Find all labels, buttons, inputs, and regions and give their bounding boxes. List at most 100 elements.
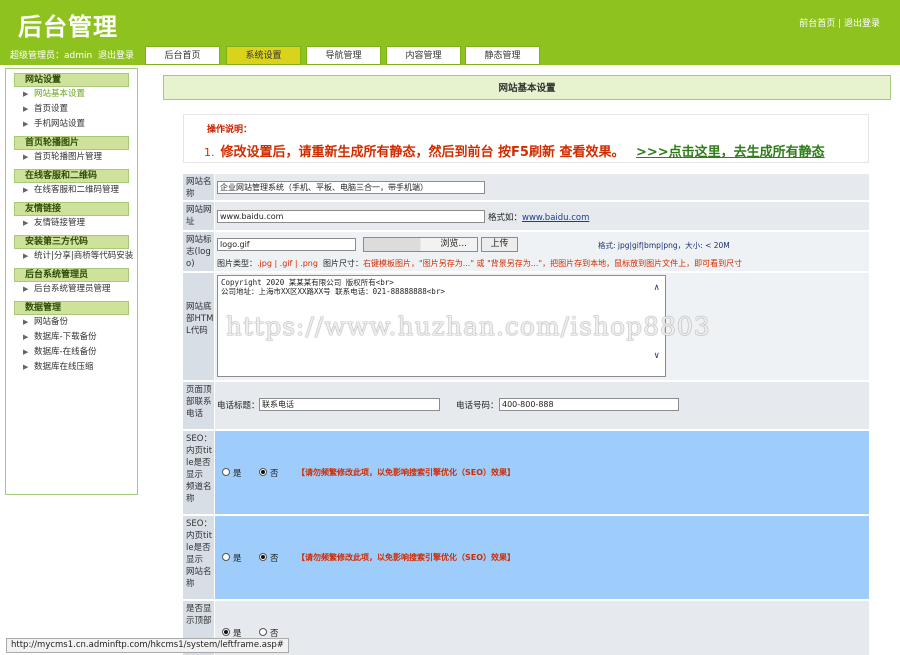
sidebar-item[interactable]: ▶ 统计|分享|商桥等代码安装 xyxy=(6,249,137,264)
sidebar-item-label: 首页设置 xyxy=(34,104,69,114)
phone-number-input[interactable] xyxy=(499,398,679,411)
phone-title-label: 电话标题： xyxy=(217,401,260,411)
notice-text: 修改设置后，请重新生成所有静态，然后到前台 按F5刷新 查看效果。 xyxy=(220,145,625,160)
scroll-up-icon[interactable]: ∧ xyxy=(654,284,659,293)
seo-channel-no-radio[interactable] xyxy=(259,468,267,476)
generate-static-link[interactable]: >>>点击这里，去生成所有静态 xyxy=(636,141,825,160)
page-title: 网站基本设置 xyxy=(163,75,891,100)
logo-types: .jpg | .gif | .png xyxy=(257,259,318,268)
sidebar-item-label: 数据库-在线备份 xyxy=(34,347,97,357)
notice-number: 1. xyxy=(204,146,215,159)
footer-html-line1: Copyright 2020 某某某有限公司 版权所有<br> xyxy=(221,278,394,287)
sidebar-item[interactable]: ▶ 数据库在线压缩 xyxy=(6,360,137,375)
seo-channel-no-label: 否 xyxy=(270,469,279,479)
sidebar-item-label: 在线客服和二维码管理 xyxy=(34,185,120,195)
sidebar-section-title[interactable]: 数据管理 xyxy=(14,301,129,315)
arrow-right-icon: ▶ xyxy=(23,285,29,293)
notice-text-row: 1. 修改设置后，请重新生成所有静态，然后到前台 按F5刷新 查看效果。 xyxy=(204,141,624,160)
seo-channel-tip: 【请勿频繁修改此项，以免影响搜索引擎优化（SEO）效果】 xyxy=(297,468,516,477)
sidebar-section-title[interactable]: 首页轮播图片 xyxy=(14,136,129,150)
site-url-input[interactable] xyxy=(217,210,485,223)
sidebar-item-label: 友情链接管理 xyxy=(34,218,86,228)
seo-site-no-radio[interactable] xyxy=(259,553,267,561)
form-row-seo-site: SEO：内页title是否显示 网站名称 是 否 【请勿频繁修改此项，以免影响搜… xyxy=(183,516,869,600)
show-top-yes-radio[interactable] xyxy=(222,628,230,636)
logo-type-line: 图片类型：.jpg | .gif | .png 图片尺寸：右键模板图片，"图片另… xyxy=(217,258,742,269)
sidebar-item[interactable]: ▶ 网站备份 xyxy=(6,315,137,330)
logo: 后台管理 xyxy=(18,13,118,41)
sidebar-item-label: 后台系统管理员管理 xyxy=(34,284,111,294)
form-row-top-contact: 页面顶部联系电话 电话标题： 电话号码： xyxy=(183,382,869,430)
footer-html-label: 网站底部HTML代码 xyxy=(183,273,214,380)
user-logout-link[interactable]: 退出登录 xyxy=(98,51,134,61)
user-label: 超级管理员：admin xyxy=(10,51,93,61)
sidebar-item[interactable]: ▶ 首页设置 xyxy=(6,102,137,117)
seo-site-label: SEO：内页title是否显示 网站名称 xyxy=(183,516,214,599)
footer-html-textarea[interactable]: Copyright 2020 某某某有限公司 版权所有<br> 公司地址：上海市… xyxy=(217,275,666,377)
seo-site-tip: 【请勿频繁修改此项，以免影响搜索引擎优化（SEO）效果】 xyxy=(297,553,516,562)
site-name-input[interactable] xyxy=(217,181,485,194)
sidebar-group: 后台系统管理员 ▶ 后台系统管理员管理 xyxy=(6,268,137,297)
logo-path-input[interactable] xyxy=(217,238,356,251)
site-url-cell: 格式如：www.baidu.com xyxy=(215,202,869,230)
sidebar-section-title[interactable]: 安装第三方代码 xyxy=(14,235,129,249)
sidebar-item[interactable]: ▶ 数据库-下载备份 xyxy=(6,330,137,345)
sidebar-item-label: 首页轮播图片管理 xyxy=(34,152,103,162)
link-separator: | xyxy=(835,19,844,29)
sidebar-item[interactable]: ▶ 手机网站设置 xyxy=(6,117,137,132)
site-name-label: 网站名称 xyxy=(183,174,214,200)
sidebar-item[interactable]: ▶ 在线客服和二维码管理 xyxy=(6,183,137,198)
front-home-link[interactable]: 前台首页 xyxy=(799,19,835,29)
browse-button[interactable]: 浏览... xyxy=(363,237,478,252)
sidebar-section-title[interactable]: 网站设置 xyxy=(14,73,129,87)
sidebar-section-title[interactable]: 在线客服和二维码 xyxy=(14,169,129,183)
sidebar-item[interactable]: ▶ 网站基本设置 xyxy=(6,87,137,102)
sidebar-group: 首页轮播图片 ▶ 首页轮播图片管理 xyxy=(6,136,137,165)
tab-navigation[interactable]: 导航管理 xyxy=(306,46,381,65)
seo-site-yes-radio[interactable] xyxy=(222,553,230,561)
seo-site-no-label: 否 xyxy=(270,554,279,564)
sidebar-group: 友情链接 ▶ 友情链接管理 xyxy=(6,202,137,231)
sidebar-item-label: 网站备份 xyxy=(34,317,69,327)
phone-title-input[interactable] xyxy=(259,398,440,411)
logo-cell: 浏览... 上传 格式: jpg|gif|bmp|png，大小: < 20M 图… xyxy=(215,232,869,271)
arrow-right-icon: ▶ xyxy=(23,153,29,161)
tab-system-settings[interactable]: 系统设置 xyxy=(226,46,301,65)
site-name-cell xyxy=(215,174,869,200)
seo-channel-cell: 是 否 【请勿频繁修改此项，以免影响搜索引擎优化（SEO）效果】 xyxy=(215,431,869,514)
top-header: 后台管理 前台首页 | 退出登录 超级管理员：admin 退出登录 后台首页 系… xyxy=(0,0,900,65)
url-format-hint: 格式如：www.baidu.com xyxy=(488,211,589,223)
sidebar-item[interactable]: ▶ 友情链接管理 xyxy=(6,216,137,231)
sidebar-item[interactable]: ▶ 首页轮播图片管理 xyxy=(6,150,137,165)
sidebar-group: 数据管理 ▶ 网站备份 ▶ 数据库-下载备份 ▶ 数据库-在线备份 ▶ 数据库在线压缩 xyxy=(6,301,137,375)
arrow-right-icon: ▶ xyxy=(23,90,29,98)
sidebar-section-title[interactable]: 友情链接 xyxy=(14,202,129,216)
show-top-no-radio[interactable] xyxy=(259,628,267,636)
sidebar-section-title[interactable]: 后台系统管理员 xyxy=(14,268,129,282)
scroll-down-icon[interactable]: ∨ xyxy=(654,352,659,361)
sidebar-item[interactable]: ▶ 数据库-在线备份 xyxy=(6,345,137,360)
sidebar-item-label: 数据库在线压缩 xyxy=(34,362,94,372)
logo-type-label: 图片类型： xyxy=(217,259,257,268)
tab-content[interactable]: 内容管理 xyxy=(386,46,461,65)
logout-link[interactable]: 退出登录 xyxy=(844,19,880,29)
footer-html-cell: Copyright 2020 某某某有限公司 版权所有<br> 公司地址：上海市… xyxy=(215,273,869,380)
seo-site-yes-label: 是 xyxy=(233,554,242,564)
sidebar-item-label: 统计|分享|商桥等代码安装 xyxy=(34,251,134,261)
logo-format-hint: 格式: jpg|gif|bmp|png，大小: < 20M xyxy=(598,241,730,250)
sidebar-group: 安装第三方代码 ▶ 统计|分享|商桥等代码安装 xyxy=(6,235,137,264)
site-url-label: 网站网址 xyxy=(183,202,214,230)
tab-static[interactable]: 静态管理 xyxy=(465,46,540,65)
sidebar-item[interactable]: ▶ 后台系统管理员管理 xyxy=(6,282,137,297)
seo-channel-label: SEO：内页title是否显示 频道名称 xyxy=(183,431,214,514)
arrow-right-icon: ▶ xyxy=(23,348,29,356)
top-links: 前台首页 | 退出登录 xyxy=(799,16,880,29)
sidebar-group: 网站设置 ▶ 网站基本设置 ▶ 首页设置 ▶ 手机网站设置 xyxy=(6,73,137,132)
sidebar-group: 在线客服和二维码 ▶ 在线客服和二维码管理 xyxy=(6,169,137,198)
url-format-example: www.baidu.com xyxy=(522,213,590,223)
form-row-site-url: 网站网址 格式如：www.baidu.com xyxy=(183,202,869,231)
seo-channel-yes-radio[interactable] xyxy=(222,468,230,476)
tab-admin-home[interactable]: 后台首页 xyxy=(145,46,220,65)
footer-html-line2: 公司地址：上海市XX区XX路XX号 联系电话：021-88888888<br> xyxy=(221,287,445,296)
upload-button[interactable]: 上传 xyxy=(481,237,518,252)
